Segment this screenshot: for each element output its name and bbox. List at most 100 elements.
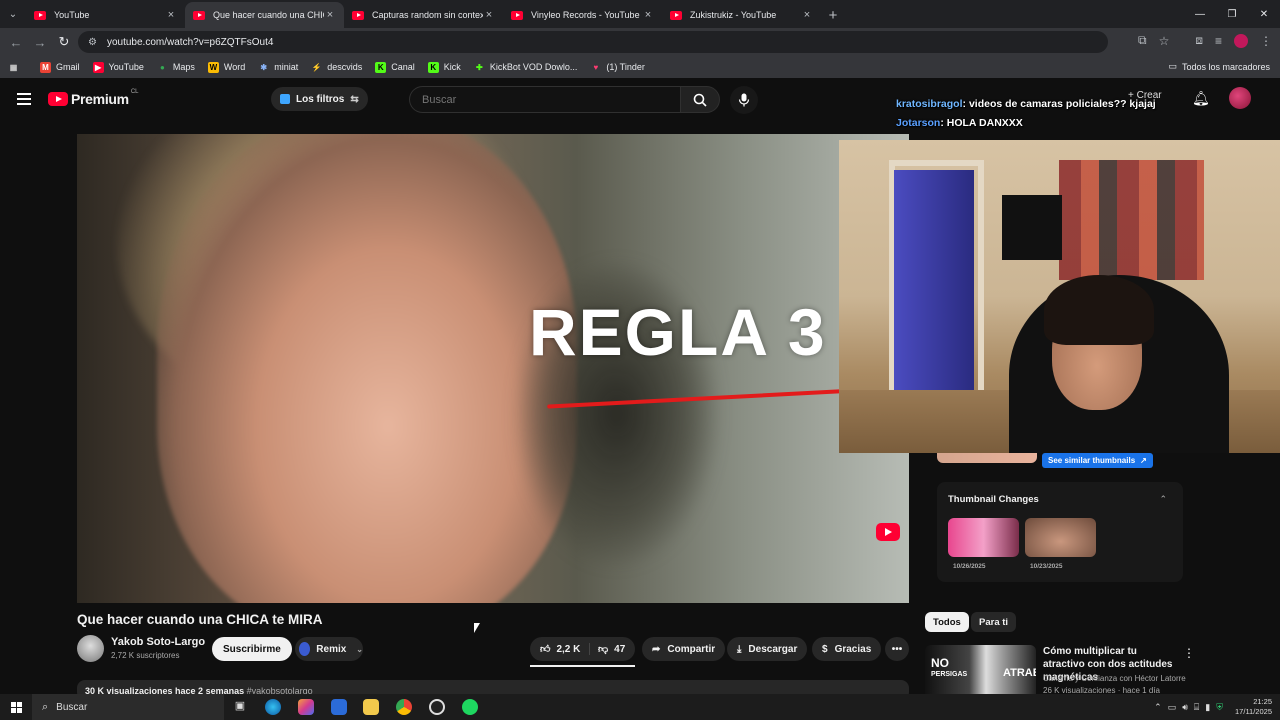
close-tab-icon[interactable]: × (642, 9, 654, 21)
start-button[interactable] (0, 694, 32, 720)
toolbar-actions: ⧉ ☆ ⧈ ≡ ⋮ (1138, 33, 1272, 48)
system-tray: ⌃ ▭ 🔊︎ ⌸ ▮ ⛨ 21:25 17/11/2025 (1154, 694, 1280, 720)
tab-vinyleo[interactable]: Vinyleo Records - YouTube × (503, 2, 662, 28)
bookmark-tinder[interactable]: ♥ (1) Tinder (590, 62, 644, 73)
download-button[interactable]: ⤓ Descargar (727, 637, 808, 661)
url-text: youtube.com/watch?v=p6ZQTFsOut4 (106, 36, 274, 48)
chrome-icon[interactable] (396, 699, 412, 715)
media-control-icon[interactable]: ≡ (1215, 34, 1222, 48)
security-icon[interactable]: ⛨ (1216, 702, 1223, 713)
menu-dots-icon[interactable]: ⋮ (1260, 34, 1272, 48)
edge-icon[interactable] (265, 699, 281, 715)
bookmark-gmail[interactable]: M Gmail (40, 61, 80, 73)
close-tab-icon[interactable]: × (165, 9, 177, 21)
chip-para-ti[interactable]: Para ti (971, 612, 1017, 632)
bookmark-youtube[interactable]: ▶ YouTube (92, 61, 144, 73)
video-player[interactable]: REGLA 3 (77, 134, 909, 603)
recommendation-channel[interactable]: Carisma y Confianza con Héctor Latorre (1043, 674, 1186, 683)
thumbs-up-icon: 👍︎ (540, 644, 551, 655)
bookmark-kick[interactable]: K Kick (427, 61, 461, 73)
voice-search-button[interactable] (730, 86, 758, 114)
thumbnail-changes-panel: Thumbnail Changes ⌃ 10/26/2025 10/23/202… (937, 482, 1183, 582)
extensions-icon[interactable]: ⧈ (1195, 33, 1203, 48)
hamburger-menu-icon[interactable] (17, 93, 31, 108)
bookmark-word[interactable]: W Word (207, 61, 245, 73)
subscriber-count: 2,72 K suscriptores (111, 651, 180, 660)
reload-icon[interactable]: ↻ (52, 34, 76, 50)
obs-icon[interactable] (429, 699, 445, 715)
close-tab-icon[interactable]: × (483, 9, 495, 21)
clock[interactable]: 21:25 17/11/2025 (1235, 697, 1272, 717)
thanks-button[interactable]: $ Gracias (812, 637, 882, 661)
tab-title: Vinyleo Records - YouTube (531, 10, 640, 20)
back-icon[interactable]: ← (4, 35, 28, 50)
close-tab-icon[interactable]: × (801, 9, 813, 21)
collapse-caret-icon[interactable]: ⌃ (1159, 494, 1167, 505)
filters-button[interactable]: Los filtros ⇆ (271, 87, 368, 111)
more-actions-button[interactable]: ••• (885, 637, 909, 661)
tab-title: Que hacer cuando una CHICA te (213, 10, 324, 20)
thumbnail-version[interactable] (948, 518, 1019, 557)
tray-chevron-icon[interactable]: ⌃ (1154, 702, 1162, 713)
subscribe-button[interactable]: Suscribirme (212, 637, 292, 661)
store-icon[interactable] (331, 699, 347, 715)
new-tab-button[interactable]: + (821, 2, 845, 28)
youtube-logo-icon (48, 92, 68, 106)
notifications-bell-icon[interactable]: 🔔︎ (1192, 90, 1210, 107)
remix-label: Remix (316, 643, 347, 655)
forward-icon[interactable]: → (28, 35, 52, 50)
volume-icon[interactable]: 🔊︎ (1182, 702, 1188, 713)
bookmark-miniat[interactable]: ✱ miniat (258, 62, 298, 73)
youtube-favicon-icon (511, 10, 523, 20)
tab-search-chevron-icon[interactable]: ⌄ (0, 0, 26, 28)
remix-icon (299, 642, 311, 656)
file-explorer-icon[interactable] (363, 699, 379, 715)
site-info-icon[interactable]: ⚙ (88, 37, 97, 48)
spotify-icon[interactable] (462, 699, 478, 715)
network-icon[interactable]: ⌸ (1194, 702, 1199, 713)
taskbar-search[interactable]: ⌕ Buscar (32, 694, 224, 720)
search-input[interactable] (409, 86, 680, 113)
profile-avatar[interactable] (1234, 33, 1248, 48)
restore-icon[interactable]: ❐ (1216, 0, 1248, 28)
all-bookmarks-folder[interactable]: ▭ Todos los marcadores (1168, 61, 1270, 72)
bookmark-star-icon[interactable]: ☆ (1159, 34, 1170, 48)
youtube-premium-logo[interactable]: Premium CL (48, 89, 138, 107)
remix-button[interactable]: Remix ⌄ (295, 637, 363, 661)
bookmark-canal[interactable]: K Canal (375, 61, 415, 73)
thumbnail-version[interactable] (1025, 518, 1096, 557)
battery-icon[interactable]: ▮ (1205, 702, 1210, 713)
chip-todos[interactable]: Todos (925, 612, 969, 632)
account-avatar[interactable] (1229, 87, 1251, 109)
bookmark-descvids[interactable]: ⚡ descvids (311, 62, 363, 73)
bookmark-maps[interactable]: ● Maps (157, 62, 195, 73)
thumb-text-left: NO PERSIGAS (931, 656, 968, 678)
copilot-icon[interactable] (298, 699, 314, 715)
close-tab-icon[interactable]: × (324, 9, 336, 21)
see-similar-thumbnails-button[interactable]: See similar thumbnails ↗ (1042, 453, 1153, 468)
tab-youtube[interactable]: YouTube × (26, 2, 185, 28)
tray-app-icon[interactable]: ▭ (1168, 702, 1177, 713)
youtube-watermark-icon[interactable] (876, 523, 900, 541)
chevron-down-icon[interactable]: ⌄ (356, 645, 363, 654)
clock-time: 21:25 (1253, 697, 1272, 706)
close-window-icon[interactable]: ✕ (1248, 0, 1280, 28)
channel-name[interactable]: Yakob Soto-Largo (111, 636, 205, 648)
tab-title: YouTube (54, 10, 90, 20)
apps-grid-icon[interactable]: ▦ (8, 62, 24, 73)
dislike-button[interactable]: 👎︎ 47 (590, 643, 625, 656)
tab-zukistrukiz[interactable]: Zukistrukiz - YouTube × (662, 2, 821, 28)
like-button[interactable]: 👍︎ 2,2 K (530, 643, 590, 655)
logo-text: Premium (71, 91, 129, 107)
bookmark-kickbot[interactable]: ✚ KickBot VOD Dowlo... (474, 62, 577, 73)
task-view-icon[interactable]: ▣ (232, 699, 248, 715)
install-app-icon[interactable]: ⧉ (1138, 33, 1147, 48)
more-options-icon[interactable]: ⋮ (1183, 646, 1195, 660)
search-button[interactable] (680, 86, 720, 113)
share-button[interactable]: ➦ Compartir (642, 637, 726, 661)
tab-capturas[interactable]: Capturas random sin contexto × (344, 2, 503, 28)
tab-current-video[interactable]: Que hacer cuando una CHICA te × (185, 2, 344, 28)
address-bar[interactable]: ⚙ youtube.com/watch?v=p6ZQTFsOut4 (78, 31, 1108, 53)
minimize-icon[interactable]: — (1184, 0, 1216, 28)
channel-avatar[interactable] (77, 635, 104, 662)
